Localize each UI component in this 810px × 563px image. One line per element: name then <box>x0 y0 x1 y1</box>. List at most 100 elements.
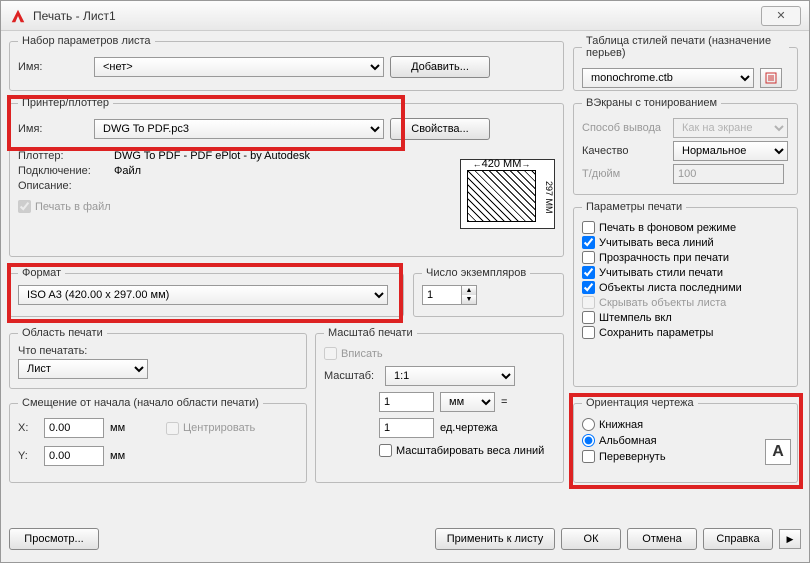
scale-legend: Масштаб печати <box>324 327 417 339</box>
copies-group: Число экземпляров ▲▼ <box>413 267 564 317</box>
plotter-value: DWG To PDF - PDF ePlot - by Autodesk <box>114 150 310 162</box>
scale-lw-checkbox[interactable] <box>379 444 392 457</box>
window-title: Печать - Лист1 <box>33 9 761 23</box>
offset-y-input[interactable] <box>44 446 104 466</box>
copies-spinbox[interactable]: ▲▼ <box>422 285 477 305</box>
offset-legend: Смещение от начала (начало области печат… <box>18 397 263 409</box>
copies-down[interactable]: ▼ <box>462 295 476 304</box>
vp-method-select: Как на экране <box>673 118 788 138</box>
vp-dpi-label: Т/дюйм <box>582 168 667 180</box>
printer-name-label: Имя: <box>18 123 88 135</box>
offset-y-label: Y: <box>18 450 38 462</box>
page-setup-legend: Набор параметров листа <box>18 35 155 47</box>
landscape-radio[interactable] <box>582 434 595 447</box>
vp-qual-select[interactable]: Нормальное <box>673 141 788 161</box>
hide-checkbox <box>582 296 595 309</box>
weights-checkbox[interactable] <box>582 236 595 249</box>
scale-units-label: ед.чертежа <box>440 422 497 434</box>
offset-x-input[interactable] <box>44 418 104 438</box>
vp-method-label: Способ вывода <box>582 122 667 134</box>
offset-x-mm: мм <box>110 422 140 434</box>
conn-value: Файл <box>114 165 141 177</box>
printer-props-button[interactable]: Свойства... <box>390 118 490 140</box>
save-checkbox[interactable] <box>582 326 595 339</box>
scale-v2-input[interactable] <box>379 418 434 438</box>
portrait-radio[interactable] <box>582 418 595 431</box>
plotarea-legend: Область печати <box>18 327 107 339</box>
save-label: Сохранить параметры <box>599 327 713 339</box>
styles-checkbox[interactable] <box>582 266 595 279</box>
scale-label: Масштаб: <box>324 370 379 382</box>
orient-icon: A <box>765 439 791 465</box>
what-label: Что печатать: <box>18 345 298 357</box>
format-legend: Формат <box>18 267 65 279</box>
plotter-label: Плоттер: <box>18 150 108 162</box>
bg-checkbox[interactable] <box>582 221 595 234</box>
what-select[interactable]: Лист <box>18 359 148 379</box>
format-select[interactable]: ISO A3 (420.00 x 297.00 мм) <box>18 285 388 305</box>
center-checkbox <box>166 422 179 435</box>
fit-label: Вписать <box>341 348 383 360</box>
scale-lw-label: Масштабировать веса линий <box>396 445 544 457</box>
preview-height: 297 MM <box>544 176 554 218</box>
expand-button[interactable]: ▶ <box>779 529 801 549</box>
scale-eq: = <box>501 396 507 408</box>
stamp-checkbox[interactable] <box>582 311 595 324</box>
sheets-checkbox[interactable] <box>582 281 595 294</box>
close-button[interactable]: ✕ <box>761 6 801 26</box>
print-to-file-checkbox <box>18 200 31 213</box>
offset-group: Смещение от начала (начало области печат… <box>9 397 307 483</box>
autocad-logo <box>9 7 27 25</box>
preview-button[interactable]: Просмотр... <box>9 528 99 550</box>
scale-unit-select[interactable]: мм <box>440 392 495 412</box>
center-label: Центрировать <box>183 422 255 434</box>
titlebar: Печать - Лист1 ✕ <box>1 1 809 31</box>
orient-legend: Ориентация чертежа <box>582 397 698 409</box>
desc-label: Описание: <box>18 180 108 192</box>
ok-button[interactable]: ОК <box>561 528 621 550</box>
offset-y-mm: мм <box>110 450 140 462</box>
hide-label: Скрывать объекты листа <box>599 297 726 309</box>
plotarea-group: Область печати Что печатать: Лист <box>9 327 307 389</box>
viewports-group: ВЭкраны с тонированием Способ вывода Как… <box>573 97 798 195</box>
vp-dpi-input <box>673 164 784 184</box>
copies-input[interactable] <box>422 285 462 305</box>
scale-v1-input[interactable] <box>379 392 434 412</box>
apply-button[interactable]: Применить к листу <box>435 528 555 550</box>
landscape-label: Альбомная <box>599 435 657 447</box>
printer-group: Принтер/плоттер Имя: DWG To PDF.pc3 Свой… <box>9 97 564 257</box>
scale-group: Масштаб печати Вписать Масштаб: 1:1 мм =… <box>315 327 564 483</box>
printer-legend: Принтер/плоттер <box>18 97 113 109</box>
help-button[interactable]: Справка <box>703 528 773 550</box>
scale-select[interactable]: 1:1 <box>385 366 515 386</box>
plotstyle-edit-button[interactable] <box>760 68 782 88</box>
trans-checkbox[interactable] <box>582 251 595 264</box>
plotstyle-legend: Таблица стилей печати (назначение перьев… <box>582 35 789 59</box>
pageset-add-button[interactable]: Добавить... <box>390 56 490 78</box>
print-dialog: Печать - Лист1 ✕ Набор параметров листа … <box>0 0 810 563</box>
printparams-group: Параметры печати Печать в фоновом режиме… <box>573 201 798 387</box>
weights-label: Учитывать веса линий <box>599 237 714 249</box>
printer-name-select[interactable]: DWG To PDF.pc3 <box>94 119 384 139</box>
viewports-legend: ВЭкраны с тонированием <box>582 97 721 109</box>
pageset-name-select[interactable]: <нет> <box>94 57 384 77</box>
preview-width: ←420 MM→ <box>471 158 532 170</box>
vp-qual-label: Качество <box>582 145 667 157</box>
flip-checkbox[interactable] <box>582 450 595 463</box>
offset-x-label: X: <box>18 422 38 434</box>
paper-preview: ←420 MM→ 297 MM <box>460 159 555 229</box>
page-setup-group: Набор параметров листа Имя: <нет> Добави… <box>9 35 564 91</box>
orient-group: Ориентация чертежа Книжная Альбомная Пер… <box>573 397 798 483</box>
print-to-file-label: Печать в файл <box>35 201 111 213</box>
sheets-label: Объекты листа последними <box>599 282 742 294</box>
plotstyle-select[interactable]: monochrome.ctb <box>582 68 754 88</box>
trans-label: Прозрачность при печати <box>599 252 729 264</box>
styles-label: Учитывать стили печати <box>599 267 723 279</box>
stamp-label: Штемпель вкл <box>599 312 672 324</box>
pageset-name-label: Имя: <box>18 61 88 73</box>
printparams-legend: Параметры печати <box>582 201 686 213</box>
fit-checkbox <box>324 347 337 360</box>
portrait-label: Книжная <box>599 419 643 431</box>
copies-up[interactable]: ▲ <box>462 286 476 295</box>
cancel-button[interactable]: Отмена <box>627 528 697 550</box>
